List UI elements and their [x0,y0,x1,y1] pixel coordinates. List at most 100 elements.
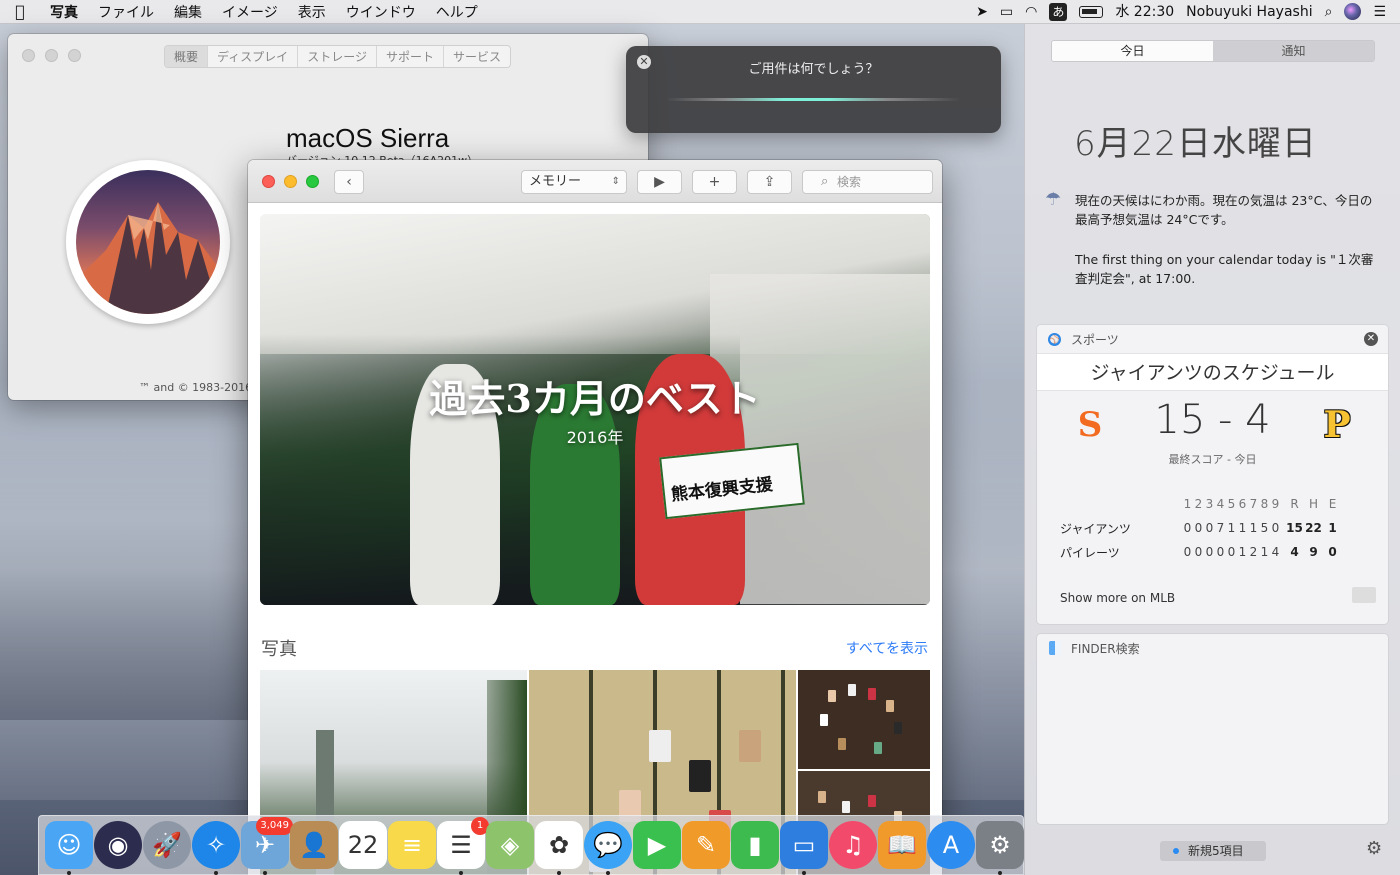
app-menu[interactable]: 写真 [40,2,88,22]
finder-icon[interactable]: ☺ [45,821,93,875]
macos-sierra-logo [66,160,230,324]
finder-icon [1049,641,1061,655]
gear-icon[interactable]: ⚙ [1366,838,1382,859]
photo-item [848,684,856,696]
show-all-link[interactable]: すべてを表示 [846,638,928,658]
close-icon[interactable]: ✕ [1364,332,1378,346]
inning-score: 7 [1216,521,1225,535]
wifi-icon[interactable]: ◠ [1025,0,1037,24]
show-more-mlb-link[interactable]: Show more on MLB [1060,591,1175,605]
contacts-icon[interactable]: 👤 [290,821,338,869]
search-icon[interactable]: ⌕ [1325,0,1333,24]
safari-icon[interactable]: ✧ [192,821,240,875]
chevron-left-icon: ‹ [346,174,352,190]
minimize-button[interactable] [45,49,58,62]
back-button[interactable]: ‹ [334,170,364,194]
close-button[interactable] [22,49,35,62]
keynote-icon[interactable]: ▭ [780,821,828,875]
zoom-button[interactable] [306,175,319,188]
play-slideshow-button[interactable]: ▶ [637,170,682,194]
photo-thumbnail[interactable] [798,670,930,769]
inning-score: 2 [1249,545,1258,559]
inning-score: 0 [1205,521,1214,535]
pages-icon[interactable]: ✎ [682,821,730,869]
search-field[interactable]: ⌕ 検索 [802,170,933,194]
itunes-icon[interactable]: ♫ [829,821,877,869]
notification-center-icon[interactable]: ☰ [1373,0,1386,24]
inning-number: 8 [1260,497,1269,511]
launchpad-icon[interactable]: 🚀 [143,821,191,869]
reminders-icon-glyph: ☰ [450,831,472,859]
memory-select[interactable]: メモリー ⇕ [521,170,627,194]
app-store-icon-glyph: A [942,831,960,859]
menu-edit[interactable]: 編集 [164,2,212,22]
zoom-button[interactable] [68,49,81,62]
siri-prompt: ご用件は何でしょう？ [748,62,879,77]
photos-icon[interactable]: ✿ [535,821,583,875]
numbers-icon-glyph: ▮ [748,831,762,859]
new-items-button[interactable]: 新規5項目 [1160,841,1266,861]
clock[interactable]: 水 22:30 [1115,0,1174,24]
tab-storage[interactable]: ストレージ [298,46,377,67]
photo-item [868,795,876,807]
search-icon: ⌕ [821,174,829,189]
tab-displays[interactable]: ディスプレイ [208,46,299,67]
app-store-icon[interactable]: A [927,821,975,869]
inning-score: 0 [1194,521,1203,535]
menu-view[interactable]: 表示 [288,2,336,22]
tab-service[interactable]: サービス [444,46,510,67]
calendar-icon-glyph: 22 [347,831,379,859]
calendar-summary: The first thing on your calendar today i… [1075,252,1374,286]
score-area: S 15 - 4 最終スコア - 今日 P [1037,391,1388,495]
siri-icon[interactable] [1344,3,1362,20]
menu-help[interactable]: ヘルプ [426,2,488,22]
total-score: 4 [1290,545,1299,559]
notes-icon[interactable]: ≡ [388,821,436,869]
apple-menu-icon[interactable]:  [0,2,40,21]
notification-center: 今日 通知 6月22日水曜日 ☂ 現在の天候はにわか雨。現在の気温は 23°C、… [1024,24,1400,875]
add-button[interactable]: + [692,170,737,194]
total-score: 0 [1328,545,1337,559]
innings-header: 123456789 [1182,497,1281,511]
inning-number: 3 [1205,497,1214,511]
close-button[interactable] [262,175,275,188]
total-score: 1 [1328,521,1337,535]
ime-icon[interactable]: あ [1049,2,1068,21]
tab-overview[interactable]: 概要 [165,46,209,67]
linescore-table: 123456789 RHE ジャイアンツ 000711150 15 22 1 パイレ… [1037,495,1388,615]
facetime-icon[interactable]: ▶ [633,821,681,869]
share-button[interactable]: ⇪ [747,170,792,194]
inning-score: 4 [1271,545,1280,559]
battery-icon[interactable] [1079,5,1104,18]
tab-support[interactable]: サポート [377,46,444,67]
mail-icon[interactable]: ✈ 3,049 [241,817,293,875]
minimize-button[interactable] [284,175,297,188]
maps-icon[interactable]: ◈ [486,821,534,869]
user-name[interactable]: Nobuyuki Hayashi [1186,0,1312,24]
total-score: 9 [1309,545,1318,559]
airplay-icon[interactable]: ▭ [1000,0,1013,24]
inning-score: 1 [1238,521,1247,535]
reminders-icon[interactable]: ☰ 1 [437,817,489,875]
menu-window[interactable]: ウインドウ [336,2,426,22]
menu-file[interactable]: ファイル [88,2,164,22]
inning-number: 5 [1227,497,1236,511]
total-header: H [1308,497,1319,511]
siri-icon[interactable]: ◉ [94,821,142,869]
photo-item [739,730,761,762]
messages-icon[interactable]: 💬 [584,821,632,875]
tab-notifications[interactable]: 通知 [1213,41,1374,61]
calendar-icon[interactable]: 22 [339,821,387,869]
memory-card[interactable]: 熊本復興支援 過去3カ月のベスト 2016年 [260,214,930,605]
sports-widget: ⚾ スポーツ ✕ ジャイアンツのスケジュール S 15 - 4 最終スコア - … [1037,325,1388,624]
photo-item [818,791,826,803]
ibooks-icon[interactable]: 📖 [878,821,926,869]
system-preferences-icon-glyph: ⚙ [989,831,1011,859]
messages-icon-glyph: 💬 [593,831,623,859]
copyright: ™ and © 1983-2016 [139,381,253,394]
photo-item [868,688,876,700]
numbers-icon[interactable]: ▮ [731,821,779,869]
system-preferences-icon[interactable]: ⚙ [976,821,1024,875]
tab-today[interactable]: 今日 [1052,41,1213,61]
menu-image[interactable]: イメージ [212,2,288,22]
